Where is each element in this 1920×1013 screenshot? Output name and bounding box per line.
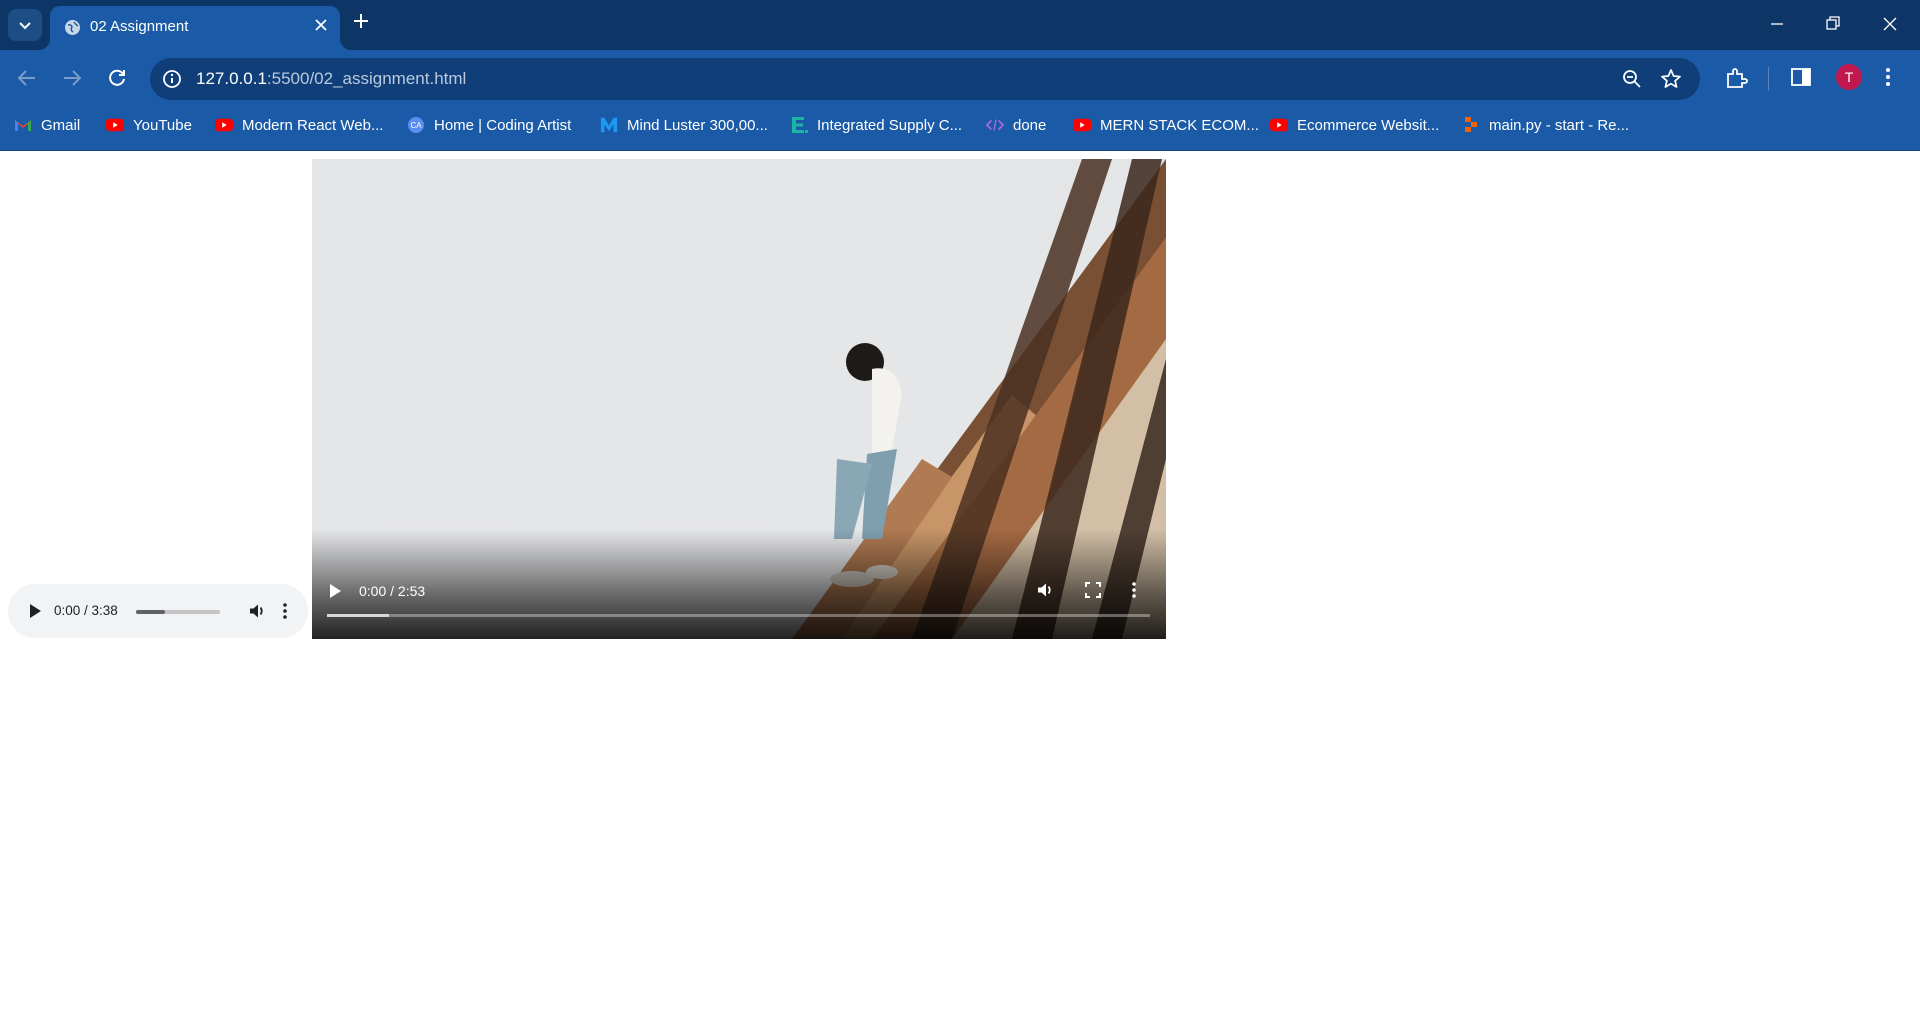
bookmark-label: main.py - start - Re... <box>1489 116 1630 134</box>
bookmark-modern-react[interactable]: Modern React Web... <box>215 108 383 142</box>
reload-button[interactable] <box>106 67 128 94</box>
svg-text:CA: CA <box>410 121 422 130</box>
bookmark-label: Ecommerce Websit... <box>1297 116 1440 134</box>
address-bar[interactable]: 127.0.0.1:5500/02_assignment.html <box>150 58 1700 100</box>
bookmark-youtube[interactable]: YouTube <box>106 108 192 142</box>
youtube-icon <box>215 116 233 134</box>
kebab-menu-icon[interactable] <box>1131 581 1137 604</box>
play-icon[interactable] <box>328 583 342 604</box>
bookmarks-bar: Gmail YouTube Modern React Web... CA Hom… <box>0 108 1920 151</box>
bookmark-label: Mind Luster 300,00... <box>627 116 768 134</box>
side-panel-button[interactable] <box>1790 66 1812 93</box>
bookmark-label: Gmail <box>41 116 81 134</box>
video-time: 0:00 / 2:53 <box>359 583 426 599</box>
toolbar-divider <box>1768 67 1769 91</box>
plus-icon <box>354 14 368 28</box>
bookmark-ecommerce[interactable]: Ecommerce Websit... <box>1270 108 1439 142</box>
browser-menu-button[interactable] <box>1884 66 1892 93</box>
bookmark-replit[interactable]: main.py - start - Re... <box>1462 108 1629 142</box>
bookmark-label: Home | Coding Artist <box>434 116 572 134</box>
video-progress-bar[interactable] <box>327 614 1150 617</box>
tab-active[interactable]: 02 Assignment <box>38 6 352 50</box>
audio-progress-bar[interactable] <box>136 610 220 614</box>
url-text[interactable]: 127.0.0.1:5500/02_assignment.html <box>196 69 466 89</box>
close-icon[interactable] <box>314 18 328 37</box>
bookmark-mern-stack[interactable]: MERN STACK ECOM... <box>1073 108 1259 142</box>
new-tab-button[interactable] <box>352 12 370 35</box>
star-icon[interactable] <box>1660 68 1682 95</box>
info-icon[interactable] <box>162 69 182 94</box>
minimize-button[interactable] <box>1769 13 1785 40</box>
video-player[interactable]: 0:00 / 2:53 <box>312 159 1166 639</box>
mind-luster-icon <box>600 116 618 134</box>
zoom-icon[interactable] <box>1622 69 1642 94</box>
toolbar: 127.0.0.1:5500/02_assignment.html <box>0 50 1920 108</box>
fullscreen-icon[interactable] <box>1085 582 1101 603</box>
code-icon <box>986 116 1004 134</box>
reload-icon <box>109 69 125 86</box>
play-icon[interactable] <box>28 603 42 624</box>
minimize-icon <box>1771 23 1783 25</box>
extensions-button[interactable] <box>1724 66 1748 95</box>
restore-button[interactable] <box>1825 13 1841 40</box>
back-button[interactable] <box>16 67 38 94</box>
youtube-icon <box>1073 116 1091 134</box>
bookmark-label: YouTube <box>133 116 192 134</box>
e-icon <box>790 116 808 134</box>
profile-avatar[interactable]: T <box>1836 64 1862 90</box>
volume-icon[interactable] <box>248 602 266 625</box>
bookmark-label: done <box>1013 116 1047 134</box>
side-panel-icon <box>1791 68 1811 86</box>
close-window-button[interactable] <box>1882 13 1898 40</box>
forward-button[interactable] <box>61 67 83 94</box>
audio-time: 0:00 / 3:38 <box>54 603 118 618</box>
bookmark-coding-artist[interactable]: CA Home | Coding Artist <box>407 108 571 142</box>
tab-search-button[interactable] <box>8 9 42 41</box>
coding-artist-icon: CA <box>407 116 425 134</box>
bookmark-label: Modern React Web... <box>242 116 384 134</box>
youtube-icon <box>1270 116 1288 134</box>
kebab-menu-icon[interactable] <box>282 602 288 625</box>
audio-progress-fill <box>136 610 166 614</box>
tab-strip: 02 Assignment <box>0 0 1920 50</box>
bookmark-label: Integrated Supply C... <box>817 116 963 134</box>
audio-player[interactable]: 0:00 / 3:38 <box>8 584 308 638</box>
kebab-menu-icon <box>1886 68 1890 86</box>
bookmark-mind-luster[interactable]: Mind Luster 300,00... <box>600 108 768 142</box>
puzzle-icon <box>1727 68 1748 88</box>
bookmark-done[interactable]: done <box>986 108 1046 142</box>
volume-icon[interactable] <box>1036 581 1054 604</box>
close-icon <box>1883 17 1897 31</box>
arrow-right-icon <box>64 70 82 86</box>
replit-icon <box>1462 116 1480 134</box>
chevron-down-icon <box>19 22 31 30</box>
url-host: 127.0.0.1 <box>196 69 267 88</box>
bookmark-label: MERN STACK ECOM... <box>1100 116 1259 134</box>
url-path: :5500/02_assignment.html <box>266 69 467 88</box>
bookmark-gmail[interactable]: Gmail <box>14 108 80 142</box>
globe-icon <box>64 19 81 41</box>
youtube-icon <box>106 116 124 134</box>
video-buffered-fill <box>327 614 389 617</box>
gmail-icon <box>14 116 32 134</box>
arrow-left-icon <box>17 70 35 86</box>
tab-title: 02 Assignment <box>90 18 189 35</box>
bookmark-integrated-supply[interactable]: Integrated Supply C... <box>790 108 962 142</box>
restore-icon <box>1826 16 1840 30</box>
